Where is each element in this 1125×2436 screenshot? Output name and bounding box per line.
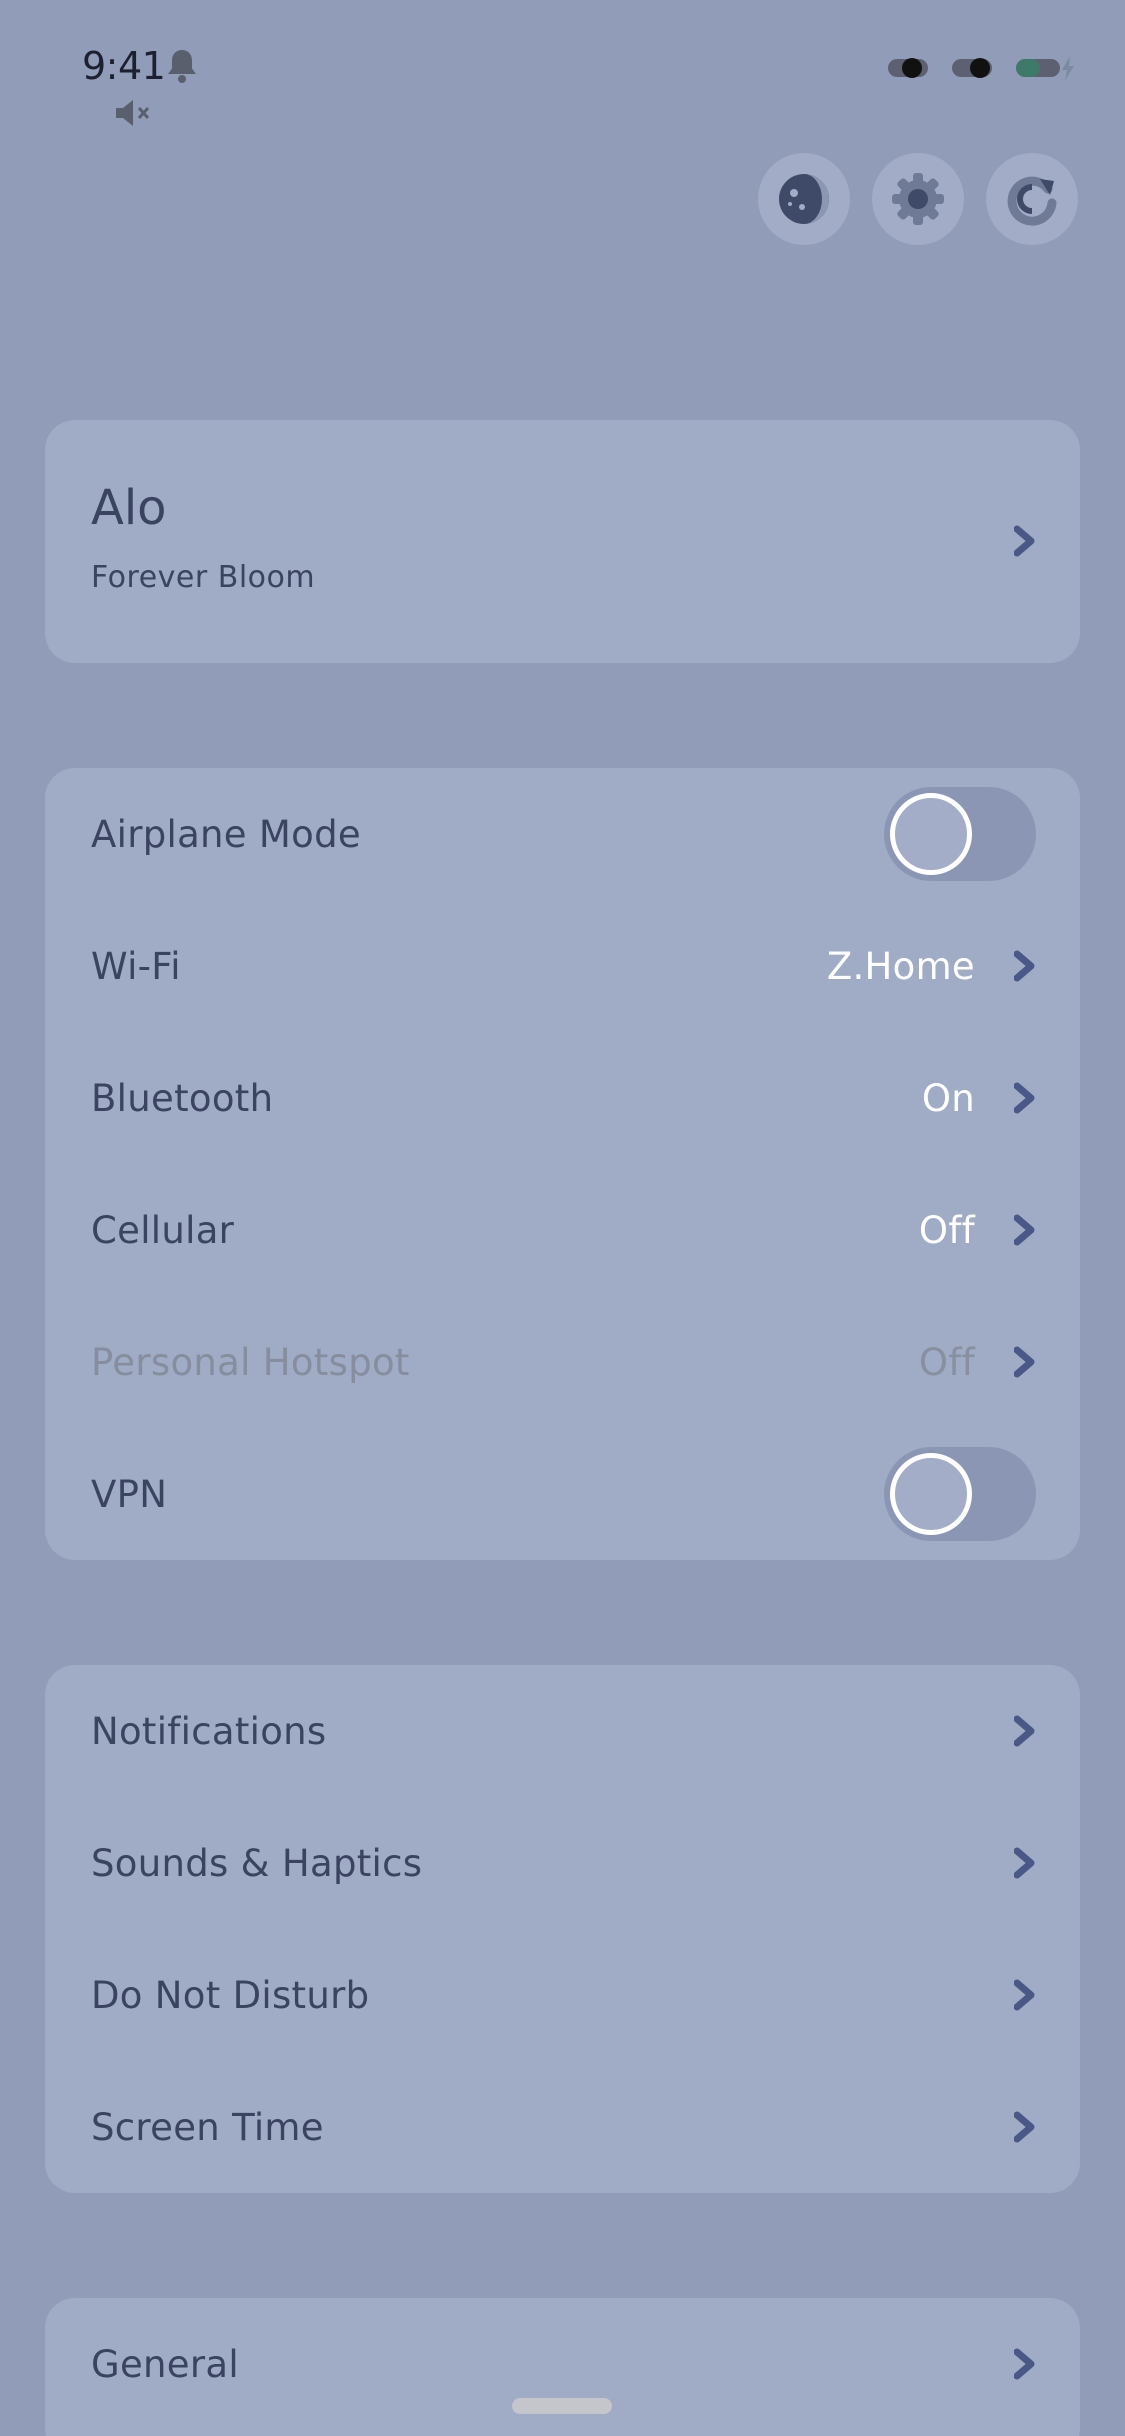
personal-hotspot-label: Personal Hotspot <box>91 1340 410 1384</box>
general-label: General <box>91 2342 239 2386</box>
battery-icon <box>1016 59 1060 77</box>
do-not-disturb-row[interactable]: Do Not Disturb <box>45 1929 1080 2061</box>
sounds-haptics-row[interactable]: Sounds & Haptics <box>45 1797 1080 1929</box>
cellular-value: Off <box>918 1208 975 1252</box>
vpn-toggle[interactable] <box>884 1447 1036 1541</box>
bluetooth-label: Bluetooth <box>91 1076 274 1120</box>
airplane-mode-row: Airplane Mode <box>45 768 1080 900</box>
airplane-mode-toggle[interactable] <box>884 787 1036 881</box>
profile-name: Alo <box>91 480 167 536</box>
vpn-label: VPN <box>91 1472 168 1516</box>
refresh-button[interactable] <box>986 153 1078 245</box>
chevron-right-icon <box>1014 1346 1035 1378</box>
screen-time-row[interactable]: Screen Time <box>45 2061 1080 2193</box>
refresh-icon <box>1007 176 1057 226</box>
chevron-right-icon <box>1014 1979 1035 2011</box>
home-indicator[interactable] <box>512 2398 612 2414</box>
charging-bolt-icon <box>1062 56 1074 80</box>
chevron-right-icon <box>1014 525 1035 557</box>
wifi-row[interactable]: Wi-Fi Z.Home <box>45 900 1080 1032</box>
bell-icon <box>168 50 196 83</box>
chevron-right-icon <box>1014 1214 1035 1246</box>
do-not-disturb-label: Do Not Disturb <box>91 1973 370 2017</box>
status-time: 9:41 <box>82 44 166 88</box>
general-card: General <box>45 2298 1080 2436</box>
status-indicators <box>888 56 1078 80</box>
profile-card[interactable]: Alo Forever Bloom <box>45 420 1080 663</box>
chevron-right-icon <box>1014 950 1035 982</box>
chevron-right-icon <box>1014 1847 1035 1879</box>
sounds-haptics-label: Sounds & Haptics <box>91 1841 423 1885</box>
airplane-mode-label: Airplane Mode <box>91 812 361 856</box>
wifi-label: Wi-Fi <box>91 944 181 988</box>
moon-icon <box>779 174 829 224</box>
connectivity-card: Airplane Mode Wi-Fi Z.Home Bluetooth On … <box>45 768 1080 1560</box>
personal-hotspot-row[interactable]: Personal Hotspot Off <box>45 1296 1080 1428</box>
bluetooth-row[interactable]: Bluetooth On <box>45 1032 1080 1164</box>
personal-hotspot-value: Off <box>918 1340 975 1384</box>
chevron-right-icon <box>1014 1082 1035 1114</box>
cellular-label: Cellular <box>91 1208 235 1252</box>
chevron-right-icon <box>1014 2111 1035 2143</box>
vpn-row: VPN <box>45 1428 1080 1560</box>
settings-screen: 9:41 Alo Forever Bloom Airplane Mode Wi-… <box>0 0 1125 2436</box>
dark-mode-button[interactable] <box>758 153 850 245</box>
gear-icon <box>892 173 944 225</box>
chevron-right-icon <box>1014 1715 1035 1747</box>
settings-button[interactable] <box>872 153 964 245</box>
status-switch-icon <box>888 58 928 78</box>
alerts-card: Notifications Sounds & Haptics Do Not Di… <box>45 1665 1080 2193</box>
notifications-label: Notifications <box>91 1709 327 1753</box>
profile-subtitle: Forever Bloom <box>91 560 316 595</box>
mute-icon <box>116 100 150 126</box>
notifications-row[interactable]: Notifications <box>45 1665 1080 1797</box>
wifi-value: Z.Home <box>826 944 975 988</box>
bluetooth-value: On <box>921 1076 975 1120</box>
chevron-right-icon <box>1014 2348 1035 2380</box>
screen-time-label: Screen Time <box>91 2105 324 2149</box>
cellular-row[interactable]: Cellular Off <box>45 1164 1080 1296</box>
status-switch-icon <box>952 58 992 78</box>
